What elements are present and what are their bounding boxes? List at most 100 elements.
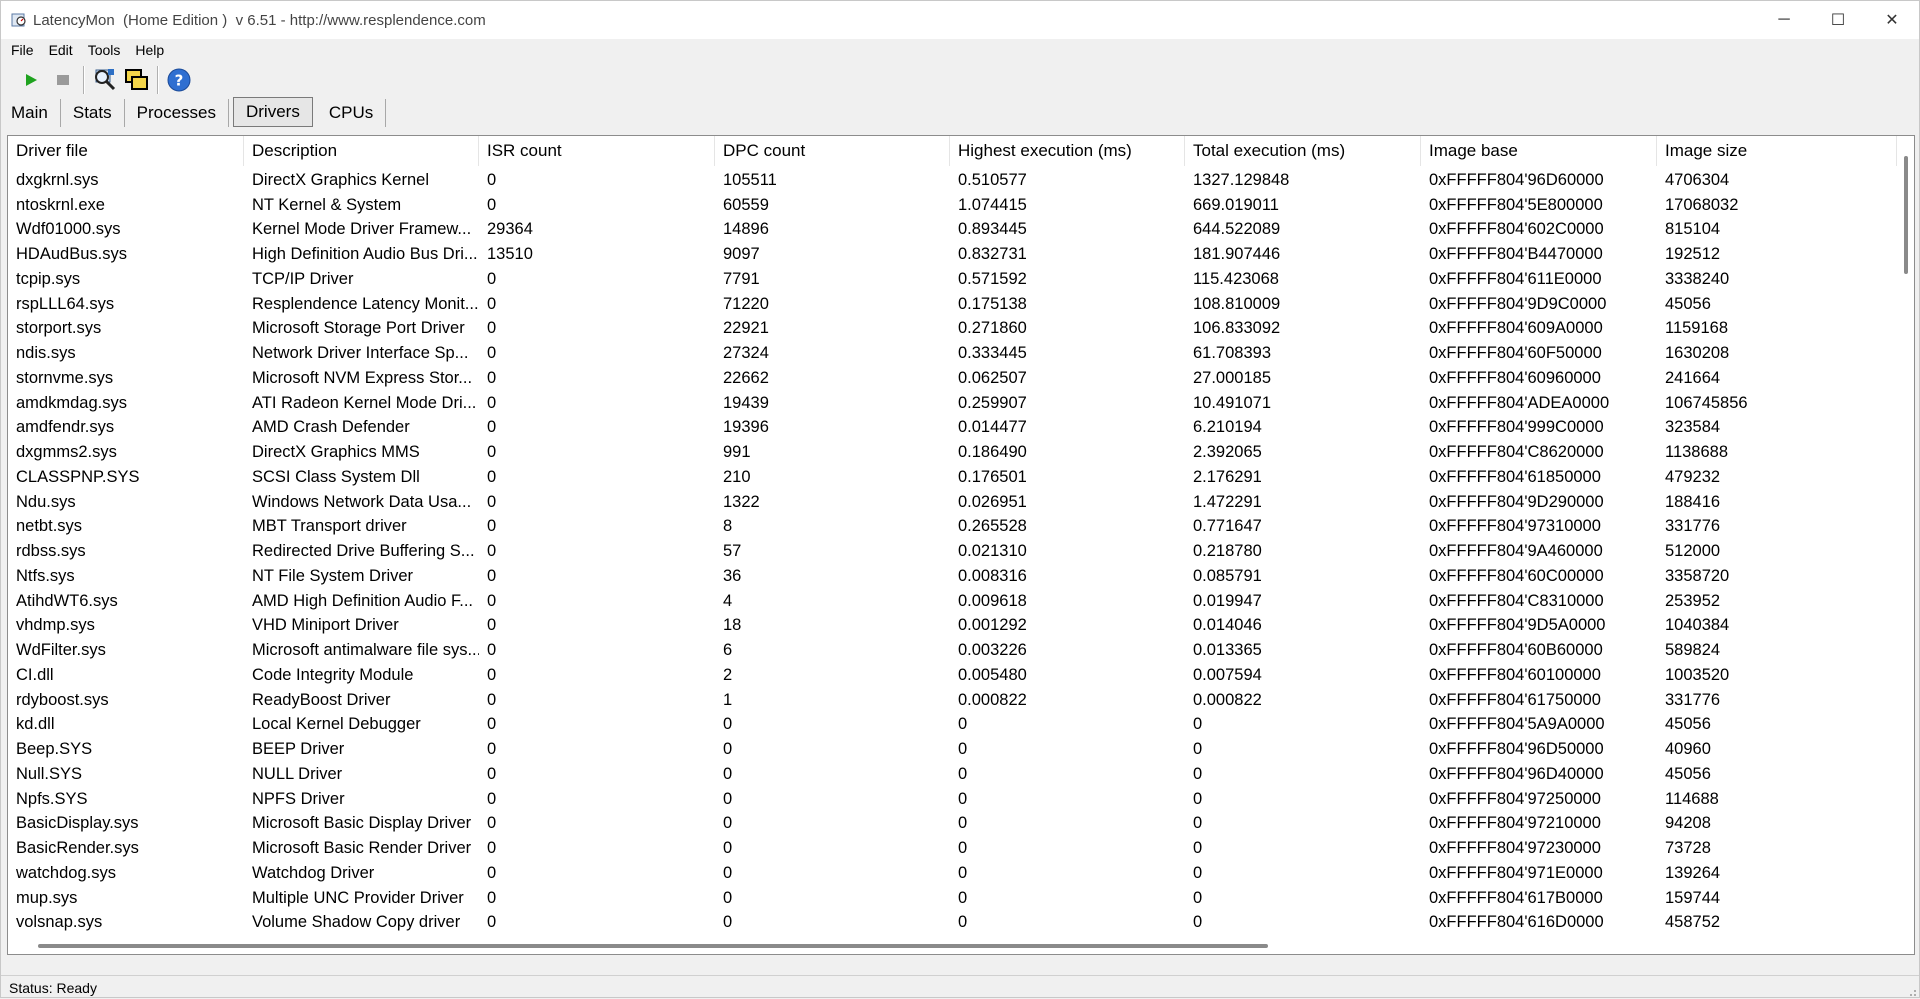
cell-highest-execution: 0.021310 xyxy=(958,542,1027,561)
table-row[interactable]: Ntfs.sys NT File System Driver 0 36 0.008316… xyxy=(8,564,1898,589)
cell-image-base: 0xFFFFF804'611E0000 xyxy=(1429,269,1602,288)
table-row[interactable]: Null.SYS NULL Driver 0 0 0 0 0xFFFFF804'96D400… xyxy=(8,762,1898,787)
vertical-scrollbar[interactable] xyxy=(1898,136,1914,938)
table-row[interactable]: watchdog.sys Watchdog Driver 0 0 0 0 0xFFFFF80… xyxy=(8,861,1898,886)
cell-highest-execution: 1.074415 xyxy=(958,195,1027,214)
cell-driver-file: AtihdWT6.sys xyxy=(16,591,118,610)
column-header-dpc-count[interactable]: DPC count xyxy=(715,136,950,166)
table-row[interactable]: WdFilter.sys Microsoft antimalware file s… xyxy=(8,638,1898,663)
table-row[interactable]: ndis.sys Network Driver Interface Sp... 0 2… xyxy=(8,341,1898,366)
table-row[interactable]: volsnap.sys Volume Shadow Copy driver 0 0 0 0… xyxy=(8,911,1898,936)
column-header-image-size[interactable]: Image size xyxy=(1657,136,1897,166)
cell-total-execution: 0.007594 xyxy=(1193,665,1262,684)
tab-cpus[interactable]: CPUs xyxy=(317,99,387,127)
vertical-scroll-thumb[interactable] xyxy=(1904,156,1908,274)
column-header-highest-execution[interactable]: Highest execution (ms) xyxy=(950,136,1185,166)
menu-edit[interactable]: Edit xyxy=(39,42,78,58)
cell-description: DirectX Graphics MMS xyxy=(252,443,420,462)
cell-description: Microsoft NVM Express Stor... xyxy=(252,368,473,387)
table-row[interactable]: stornvme.sys Microsoft NVM Express Stor..… xyxy=(8,366,1898,391)
table-row[interactable]: rdbss.sys Redirected Drive Buffering S...… xyxy=(8,539,1898,564)
stop-button[interactable] xyxy=(47,64,79,96)
cell-total-execution: 0 xyxy=(1193,814,1203,833)
column-header-driver-file[interactable]: Driver file xyxy=(8,136,244,166)
table-row[interactable]: AtihdWT6.sys AMD High Definition Audio F.… xyxy=(8,589,1898,614)
cell-image-base: 0xFFFFF804'5A9A0000 xyxy=(1429,715,1605,734)
cell-driver-file: Ndu.sys xyxy=(16,492,76,511)
table-row[interactable]: BasicRender.sys Microsoft Basic Render Dr… xyxy=(8,836,1898,861)
column-header-isr-count[interactable]: ISR count xyxy=(479,136,715,166)
menu-tools[interactable]: Tools xyxy=(78,42,126,58)
cell-isr-count: 0 xyxy=(487,393,497,412)
cell-driver-file: CI.dll xyxy=(16,665,54,684)
table-row[interactable]: BasicDisplay.sys Microsoft Basic Display … xyxy=(8,812,1898,837)
table-row[interactable]: amdfendr.sys AMD Crash Defender 0 19396 0.01… xyxy=(8,416,1898,441)
tab-drivers[interactable]: Drivers xyxy=(232,97,313,127)
menu-file[interactable]: File xyxy=(1,42,39,58)
tab-stats[interactable]: Stats xyxy=(61,99,125,127)
cell-total-execution: 0 xyxy=(1193,715,1203,734)
cell-isr-count: 0 xyxy=(487,740,497,759)
table-row[interactable]: vhdmp.sys VHD Miniport Driver 0 18 0.001292 0… xyxy=(8,614,1898,639)
table-row[interactable]: netbt.sys MBT Transport driver 0 8 0.265528 0… xyxy=(8,515,1898,540)
table-row[interactable]: amdkmdag.sys ATI Radeon Kernel Mode Dri..… xyxy=(8,391,1898,416)
drivers-table[interactable]: Driver file Description ISR count DPC co… xyxy=(7,135,1915,955)
cell-highest-execution: 0.259907 xyxy=(958,393,1027,412)
table-row[interactable]: Wdf01000.sys Kernel Mode Driver Framew...… xyxy=(8,218,1898,243)
cell-image-size: 159744 xyxy=(1665,888,1721,907)
help-button[interactable]: ? xyxy=(163,64,195,96)
table-row[interactable]: dxgmms2.sys DirectX Graphics MMS 0 991 0.186… xyxy=(8,440,1898,465)
cell-image-base: 0xFFFFF804'616D0000 xyxy=(1429,913,1604,932)
cell-highest-execution: 0.003226 xyxy=(958,641,1027,660)
table-row[interactable]: mup.sys Multiple UNC Provider Driver 0 0 0 0 0… xyxy=(8,886,1898,911)
cell-total-execution: 0 xyxy=(1193,764,1203,783)
table-row[interactable]: ntoskrnl.exe NT Kernel & System 0 60559 1.07… xyxy=(8,193,1898,218)
table-row[interactable]: tcpip.sys TCP/IP Driver 0 7791 0.571592 115.4… xyxy=(8,267,1898,292)
windows-button[interactable] xyxy=(121,64,153,96)
cell-isr-count: 0 xyxy=(487,591,497,610)
horizontal-scrollbar[interactable] xyxy=(8,938,1898,954)
minimize-button[interactable]: ─ xyxy=(1757,1,1811,39)
table-row[interactable]: rspLLL64.sys Resplendence Latency Monit..… xyxy=(8,292,1898,317)
table-row[interactable]: HDAudBus.sys High Definition Audio Bus Dr… xyxy=(8,242,1898,267)
column-header-description[interactable]: Description xyxy=(244,136,479,166)
tab-processes[interactable]: Processes xyxy=(125,99,229,127)
maximize-button[interactable]: ☐ xyxy=(1811,1,1865,39)
cell-total-execution: 106.833092 xyxy=(1193,319,1281,338)
cell-description: Microsoft Basic Render Driver xyxy=(252,839,472,858)
cell-image-size: 1630208 xyxy=(1665,344,1730,363)
menu-tools-label: Tools xyxy=(87,42,121,58)
table-row[interactable]: Ndu.sys Windows Network Data Usa... 0 1322 0… xyxy=(8,490,1898,515)
table-row[interactable]: CI.dll Code Integrity Module 0 2 0.005480 0.0… xyxy=(8,663,1898,688)
cell-driver-file: watchdog.sys xyxy=(16,863,116,882)
cell-description: AMD Crash Defender xyxy=(252,418,410,437)
cell-dpc-count: 2 xyxy=(723,665,733,684)
cell-dpc-count: 57 xyxy=(723,542,742,561)
column-header-total-execution[interactable]: Total execution (ms) xyxy=(1185,136,1421,166)
cell-total-execution: 181.907446 xyxy=(1193,245,1281,264)
cell-total-execution: 61.708393 xyxy=(1193,344,1271,363)
table-row[interactable]: Beep.SYS BEEP Driver 0 0 0 0 0xFFFFF804'96D500… xyxy=(8,737,1898,762)
table-row[interactable]: kd.dll Local Kernel Debugger 0 0 0 0 0xFFFFF80… xyxy=(8,713,1898,738)
table-row[interactable]: CLASSPNP.SYS SCSI Class System Dll 0 210 0.1… xyxy=(8,465,1898,490)
table-row[interactable]: Npfs.SYS NPFS Driver 0 0 0 0 0xFFFFF804'972500… xyxy=(8,787,1898,812)
resize-grip-icon[interactable] xyxy=(1905,985,1917,997)
cell-dpc-count: 8 xyxy=(723,517,733,536)
table-row[interactable]: storport.sys Microsoft Storage Port Drive… xyxy=(8,317,1898,342)
menu-help[interactable]: Help xyxy=(125,42,169,58)
analyze-button[interactable] xyxy=(89,64,121,96)
cell-driver-file: mup.sys xyxy=(16,888,78,907)
close-button[interactable]: ✕ xyxy=(1865,1,1919,39)
start-button[interactable] xyxy=(15,64,47,96)
table-row[interactable]: rdyboost.sys ReadyBoost Driver 0 1 0.000822 0… xyxy=(8,688,1898,713)
tab-main[interactable]: Main xyxy=(1,99,61,127)
cell-total-execution: 2.392065 xyxy=(1193,443,1262,462)
cell-highest-execution: 0.176501 xyxy=(958,467,1027,486)
cell-image-base: 0xFFFFF804'60B60000 xyxy=(1429,641,1603,660)
cell-highest-execution: 0.893445 xyxy=(958,220,1027,239)
cell-highest-execution: 0.062507 xyxy=(958,368,1027,387)
horizontal-scroll-thumb[interactable] xyxy=(38,944,1268,948)
column-header-image-base[interactable]: Image base xyxy=(1421,136,1657,166)
cell-isr-count: 0 xyxy=(487,195,497,214)
table-row[interactable]: dxgkrnl.sys DirectX Graphics Kernel 0 10551… xyxy=(8,168,1898,193)
